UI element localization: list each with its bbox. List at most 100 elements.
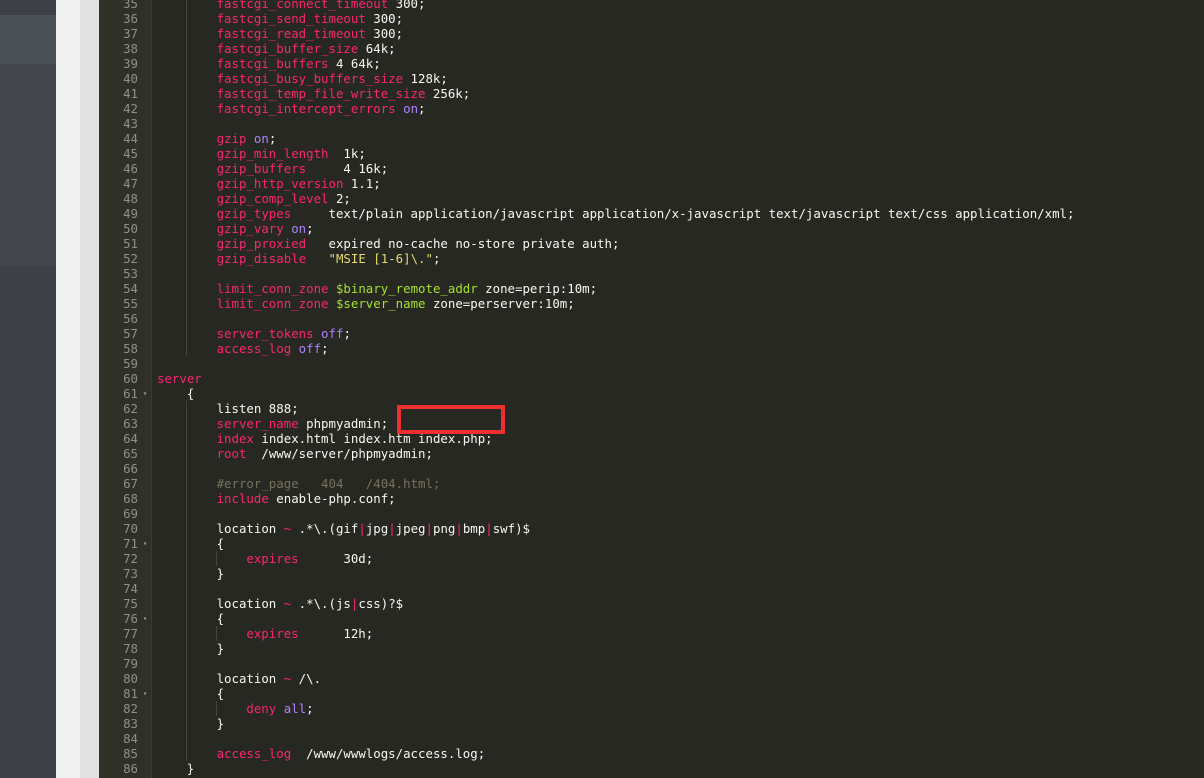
line-number: 46 — [123, 161, 138, 176]
code-line[interactable]: 83} — [99, 716, 1204, 731]
code-token: #error_page 404 /404.html; — [216, 476, 441, 491]
code-line[interactable]: 35 fastcgi_connect_timeout 300; — [99, 0, 1204, 11]
code-line[interactable]: 36 fastcgi_send_timeout 300; — [99, 11, 1204, 26]
code-token: phpmyadmin; — [298, 416, 389, 431]
fold-arrow-icon[interactable]: ▾ — [140, 686, 150, 701]
code-token: $server_name — [335, 296, 426, 311]
fold-arrow-icon[interactable]: ▾ — [140, 536, 150, 551]
code-line[interactable]: 74 — [99, 581, 1204, 596]
code-line[interactable]: 71 ▾ { — [99, 536, 1204, 551]
code-line[interactable]: 58 access_log off; — [99, 341, 1204, 356]
indent-guide — [185, 521, 187, 536]
line-number: 79 — [123, 656, 138, 671]
code-line[interactable]: 57 server_tokens off; — [99, 326, 1204, 341]
code-line[interactable]: 65 root /www/server/phpmyadmin; — [99, 446, 1204, 461]
code-line[interactable]: 43 — [99, 116, 1204, 131]
code-line[interactable]: 37 fastcgi_read_timeout 300; — [99, 26, 1204, 41]
line-number: 64 — [123, 431, 138, 446]
code-line[interactable]: 39 fastcgi_buffers 4 64k; — [99, 56, 1204, 71]
indent-guide — [185, 266, 187, 281]
code-line[interactable]: 53 — [99, 266, 1204, 281]
code-line[interactable]: 55 limit_conn_zone $server_name zone=pers… — [99, 296, 1204, 311]
line-number: 72 — [123, 551, 138, 566]
line-number: 44 — [123, 131, 138, 146]
code-text: expires 30d; — [246, 551, 373, 566]
code-token: off — [298, 341, 322, 356]
code-token: { — [186, 386, 195, 401]
code-line[interactable]: 79 — [99, 656, 1204, 671]
code-line[interactable]: 82 deny all; — [99, 701, 1204, 716]
code-token: jpeg — [395, 521, 426, 536]
code-line[interactable]: 62 listen 888; — [99, 401, 1204, 416]
code-line[interactable]: 42 fastcgi_intercept_errors on; — [99, 101, 1204, 116]
indent-guide — [185, 671, 187, 686]
code-line[interactable]: 48 gzip_comp_level 2; — [99, 191, 1204, 206]
code-line[interactable]: 54 limit_conn_zone $binary_remote_addr zo… — [99, 281, 1204, 296]
line-number: 65 — [123, 446, 138, 461]
line-number: 38 — [123, 41, 138, 56]
code-line[interactable]: 56 — [99, 311, 1204, 326]
code-token: 12h; — [298, 626, 374, 641]
code-line[interactable]: 81 ▾ { — [99, 686, 1204, 701]
code-text: fastcgi_connect_timeout 300; — [217, 0, 426, 11]
code-token: .*\.(gif — [291, 521, 359, 536]
code-text: include enable-php.conf; — [217, 491, 396, 506]
indent-guide — [185, 476, 187, 491]
code-line[interactable]: 40 fastcgi_busy_buffers_size 128k; — [99, 71, 1204, 86]
code-line[interactable]: 63 server_name phpmyadmin; — [99, 416, 1204, 431]
code-token: jpg — [365, 521, 389, 536]
code-line[interactable]: 72 expires 30d; — [99, 551, 1204, 566]
code-line[interactable]: 85 access_log /www/wwwlogs/access.log; — [99, 746, 1204, 761]
code-editor[interactable]: 35 fastcgi_connect_timeout 300; 36 fastcgi_… — [99, 0, 1204, 778]
code-line[interactable]: 80 location ~ /\. — [99, 671, 1204, 686]
sidebar-active-item[interactable] — [0, 15, 56, 64]
code-line[interactable]: 47 gzip_http_version 1.1; — [99, 176, 1204, 191]
code-line[interactable]: 73} — [99, 566, 1204, 581]
line-number: 85 — [123, 746, 138, 761]
code-line[interactable]: 78} — [99, 641, 1204, 656]
code-line[interactable]: 60 server — [99, 371, 1204, 386]
indent-guide — [185, 746, 187, 761]
code-line[interactable]: 75 location ~ .*\.(js|css)?$ — [99, 596, 1204, 611]
code-line[interactable]: 69 — [99, 506, 1204, 521]
code-line[interactable]: 84 — [99, 731, 1204, 746]
code-line[interactable]: 86} — [99, 761, 1204, 776]
code-line[interactable]: 76 ▾ { — [99, 611, 1204, 626]
code-line[interactable]: 41 fastcgi_temp_file_write_size 256k; — [99, 86, 1204, 101]
line-number: 45 — [123, 146, 138, 161]
code-token: all — [283, 701, 307, 716]
code-line[interactable]: 67 #error_page 404 /404.html; — [99, 476, 1204, 491]
code-line[interactable]: 52 gzip_disable "MSIE [1-6]\."; — [99, 251, 1204, 266]
code-token: $binary_remote_addr — [335, 281, 478, 296]
code-line[interactable]: 66 — [99, 461, 1204, 476]
line-number: 49 — [123, 206, 138, 221]
code-line[interactable]: 49 gzip_types text/plain application/java… — [99, 206, 1204, 221]
code-token: fastcgi_busy_buffers_size — [216, 71, 404, 86]
left-sidebar — [0, 0, 56, 778]
line-number: 73 — [123, 566, 138, 581]
code-token: fastcgi_buffer_size — [216, 41, 359, 56]
code-text: fastcgi_buffer_size 64k; — [217, 41, 396, 56]
code-line[interactable]: 51 gzip_proxied expired no-cache no-store… — [99, 236, 1204, 251]
code-line[interactable]: 44 gzip on; — [99, 131, 1204, 146]
code-line[interactable]: 61 ▾ { — [99, 386, 1204, 401]
fold-arrow-icon[interactable]: ▾ — [140, 386, 150, 401]
code-line[interactable]: 50 gzip_vary on; — [99, 221, 1204, 236]
line-number: 70 — [123, 521, 138, 536]
line-number: 57 — [123, 326, 138, 341]
code-line[interactable]: 38 fastcgi_buffer_size 64k; — [99, 41, 1204, 56]
code-text: access_log /www/wwwlogs/access.log; — [217, 746, 486, 761]
code-line[interactable]: 77 expires 12h; — [99, 626, 1204, 641]
code-token: server_tokens — [216, 326, 314, 341]
code-line[interactable]: 64 index index.html index.htm index.php; — [99, 431, 1204, 446]
code-token: expired no-cache no-store private auth; — [306, 236, 620, 251]
code-line[interactable]: 45 gzip_min_length 1k; — [99, 146, 1204, 161]
code-line[interactable]: 70 location ~ .*\.(gif|jpg|jpeg|png|bmp|s… — [99, 521, 1204, 536]
code-line[interactable]: 68 include enable-php.conf; — [99, 491, 1204, 506]
code-text: gzip_disable "MSIE [1-6]\."; — [217, 251, 441, 266]
indent-guide — [185, 41, 187, 56]
code-token: on — [291, 221, 307, 236]
fold-arrow-icon[interactable]: ▾ — [140, 611, 150, 626]
code-line[interactable]: 46 gzip_buffers 4 16k; — [99, 161, 1204, 176]
code-line[interactable]: 59 — [99, 356, 1204, 371]
